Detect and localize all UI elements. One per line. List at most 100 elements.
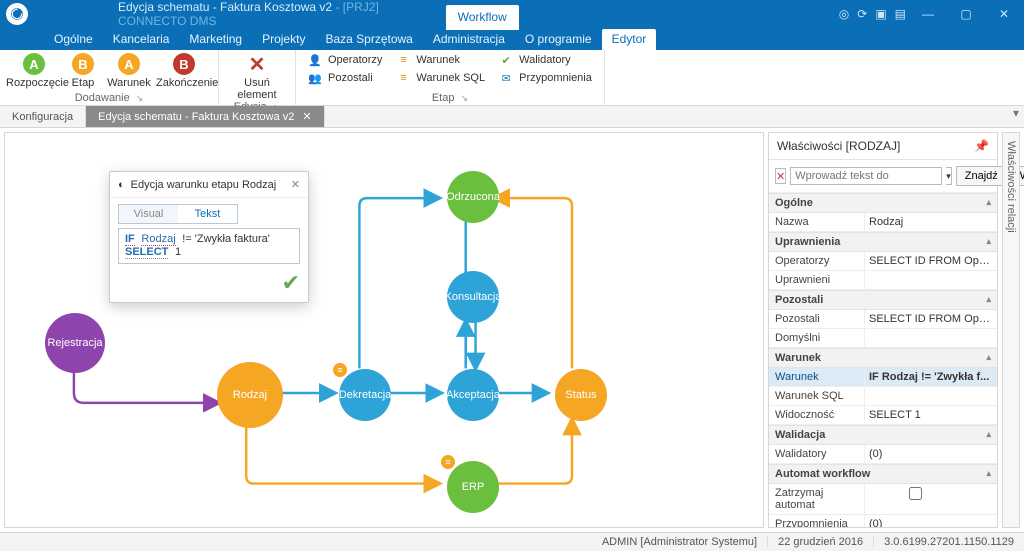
collapse-icon[interactable]: ▴ [986,197,991,209]
dialog-header: ◐ Edycja warunku etapu Rodzaj ✕ [110,172,308,198]
menu-ogolne[interactable]: Ogólne [44,29,103,50]
window-title: Edycja schematu - Faktura Kosztowa v2 - … [118,0,438,28]
windows-icon[interactable]: ▣ [875,7,886,21]
btn-rozpoczecie[interactable]: ARozpoczęcie [6,52,62,89]
btn-przypomnienia[interactable]: ✉Przypomnienia [493,70,598,86]
row-walidatory[interactable]: Walidatory(0) [769,445,997,464]
close-button[interactable]: ✕ [990,7,1018,21]
menu-admin[interactable]: Administracja [423,29,515,50]
collapse-icon[interactable]: ▴ [986,468,991,480]
row-nazwa[interactable]: NazwaRodzaj [769,213,997,232]
node-dekretacja[interactable]: Dekretacja [339,369,391,421]
expand-icon[interactable]: ↘ [136,93,144,104]
btn-usun-element[interactable]: ✕Usuń element [225,52,289,101]
menu-edytor[interactable]: Edytor [602,29,657,50]
node-erp[interactable]: ERP [447,461,499,513]
close-tab-icon[interactable]: ✕ [302,110,311,123]
section-pozostali[interactable]: Pozostali▴ [769,290,997,310]
status-bar: ADMIN [Administrator Systemu] 22 grudzie… [0,532,1024,551]
node-rodzaj[interactable]: Rodzaj [220,365,280,425]
tab-workflow-context[interactable]: Workflow [446,5,519,30]
tab-konfiguracja[interactable]: Konfiguracja [0,106,86,127]
minimize-button[interactable]: — [914,7,942,21]
section-walidacja[interactable]: Walidacja▴ [769,425,997,445]
stage-icon: B [72,53,94,75]
section-warunek[interactable]: Warunek▴ [769,348,997,368]
end-icon: B [173,53,195,75]
ribbon-group-etap: 👤Operatorzy 👥Pozostali ≡Warunek ≡Warunek… [296,50,605,105]
panel-search-input[interactable] [790,167,942,185]
ribbon-group-dodawanie: ARozpoczęcie BEtap AWarunek BZakończenie… [0,50,219,105]
collapse-icon[interactable]: ▴ [986,429,991,441]
clear-search-icon[interactable]: ✕ [775,168,786,184]
row-warunek[interactable]: WarunekIF Rodzaj != 'Zwykła f... [769,368,997,387]
dialog-confirm-button[interactable]: ✔ [110,270,308,302]
menu-kancelaria[interactable]: Kancelaria [103,29,180,50]
row-domyslni[interactable]: Domyślni [769,329,997,348]
row-pozostali[interactable]: PozostaliSELECT ID FROM Opera... [769,310,997,329]
btn-warunek-sql[interactable]: ≡Warunek SQL [390,70,491,86]
panel-title: Właściwości [RODZAJ] [777,139,900,153]
row-uprawnieni[interactable]: Uprawnieni [769,271,997,290]
pin-icon[interactable]: 📌 [974,139,989,153]
row-widocznosc[interactable]: WidocznośćSELECT 1 [769,406,997,425]
row-przypomnienia[interactable]: Przypomnienia(0) [769,515,997,527]
maximize-button[interactable]: ▢ [952,7,980,21]
tabs-dropdown-icon[interactable]: ▾ [1008,106,1024,127]
condition-icon: A [118,53,140,75]
users-other-icon: 👥 [308,71,322,85]
row-zatrzymaj[interactable]: Zatrzymaj automat [769,484,997,515]
node-odrzucona[interactable]: Odrzucona [447,171,499,223]
tab-visual[interactable]: Visual [119,205,178,223]
btn-operatorzy[interactable]: 👤Operatorzy [302,52,388,68]
tab-tekst[interactable]: Tekst [178,205,237,223]
dialog-edit-condition[interactable]: ◐ Edycja warunku etapu Rodzaj ✕ Visual T… [109,171,309,303]
node-rejestracja[interactable]: Rejestracja [45,313,105,373]
collapse-icon[interactable]: ▴ [986,236,991,248]
sidebar-tab-relacji[interactable]: Właściwości relacji [1002,132,1020,528]
btn-warunek-mini[interactable]: ≡Warunek [390,52,491,68]
diagram-canvas[interactable]: Rejestracja Rodzaj Dekretacja ≡ Akceptac… [4,132,764,528]
dialog-close-icon[interactable]: ✕ [291,178,300,191]
refresh-icon[interactable]: ⟳ [857,7,867,21]
expression-input[interactable]: IF Rodzaj != 'Zwykła faktura' SELECT 1 [118,228,300,264]
menu-baza[interactable]: Baza Sprzętowa [315,29,422,50]
search-dropdown-icon[interactable]: ▾ [946,167,952,185]
section-automat[interactable]: Automat workflow▴ [769,464,997,484]
collapse-icon[interactable]: ▴ [986,352,991,364]
group-label-etap: Etap [432,92,455,104]
btn-find[interactable]: Znajdź [956,166,1007,186]
menu-projekty[interactable]: Projekty [252,29,315,50]
ribbon-group-edycja: ✕Usuń element Edycja↘ [219,50,296,105]
group-label-dodawanie: Dodawanie [75,92,130,104]
menu-marketing[interactable]: Marketing [179,29,252,50]
btn-etap[interactable]: BEtap [64,52,102,89]
btn-walidatory[interactable]: ✔Walidatory [493,52,598,68]
expand-icon[interactable]: ↘ [460,93,468,104]
layout-icon[interactable]: ▤ [895,7,906,21]
mail-icon: ✉ [499,71,513,85]
btn-zakonczenie[interactable]: BZakończenie [156,52,212,89]
status-date: 22 grudzień 2016 [767,536,873,548]
checkbox-zatrzymaj[interactable] [909,487,922,500]
status-user: ADMIN [Administrator Systemu] [592,536,767,548]
collapse-icon[interactable]: ▴ [986,294,991,306]
btn-pozostali[interactable]: 👥Pozostali [302,70,388,86]
node-akceptacja[interactable]: Akceptacja [447,369,499,421]
btn-warunek[interactable]: AWarunek [104,52,154,89]
globe-icon[interactable]: ◎ [839,7,849,21]
section-ogolne[interactable]: Ogólne▴ [769,193,997,213]
kw-if: IF [125,233,135,246]
badge-dekretacja: ≡ [333,363,347,377]
dialog-title: Edycja warunku etapu Rodzaj [131,179,277,191]
row-warunek-sql[interactable]: Warunek SQL [769,387,997,406]
menu-oprogramie[interactable]: O programie [515,29,602,50]
tab-schemat[interactable]: Edycja schematu - Faktura Kosztowa v2✕ [86,106,324,127]
node-konsultacja[interactable]: Konsultacja [447,271,499,323]
section-uprawnienia[interactable]: Uprawnienia▴ [769,232,997,252]
title-bar: Edycja schematu - Faktura Kosztowa v2 - … [0,0,1024,28]
node-status[interactable]: Status [555,369,607,421]
row-operatorzy[interactable]: OperatorzySELECT ID FROM Opera... [769,252,997,271]
delete-icon: ✕ [246,53,268,75]
menu-bar: Ogólne Kancelaria Marketing Projekty Baz… [0,28,1024,50]
